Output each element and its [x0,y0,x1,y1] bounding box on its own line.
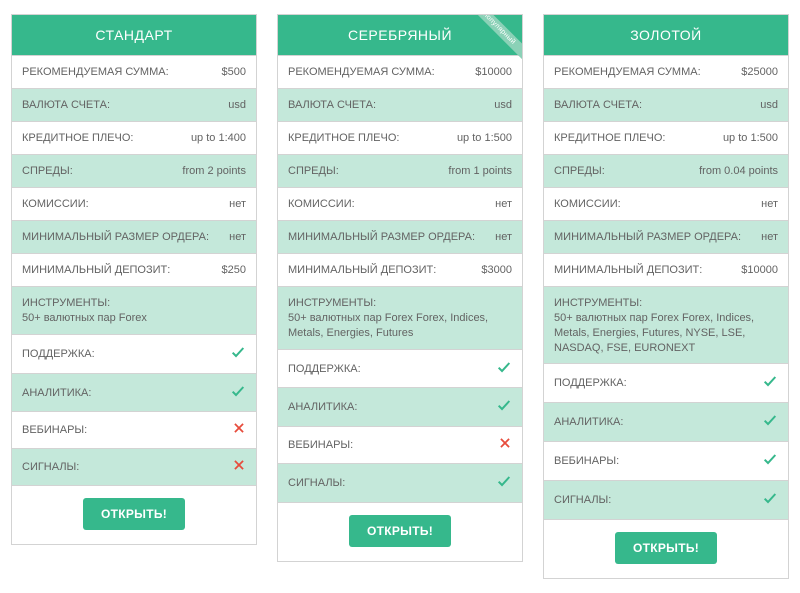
row-analytics: АНАЛИТИКА: [12,374,256,413]
row-analytics: АНАЛИТИКА: [544,403,788,442]
plan-title: ЗОЛОТОЙ [544,15,788,56]
cross-icon [498,436,512,455]
row-min-order: МИНИМАЛЬНЫЙ РАЗМЕР ОРДЕРА:нет [278,221,522,254]
row-min-order: МИНИМАЛЬНЫЙ РАЗМЕР ОРДЕРА:нет [12,221,256,254]
row-amount: РЕКОМЕНДУЕМАЯ СУММА:$25000 [544,56,788,89]
row-currency: ВАЛЮТА СЧЕТА:usd [544,89,788,122]
row-instruments: ИНСТРУМЕНТЫ:50+ валютных пар Forex Forex… [278,287,522,350]
plan-standard: СТАНДАРТ РЕКОМЕНДУЕМАЯ СУММА:$500 ВАЛЮТА… [11,14,257,545]
row-webinars: ВЕБИНАРЫ: [12,412,256,449]
row-leverage: КРЕДИТНОЕ ПЛЕЧО:up to 1:400 [12,122,256,155]
row-commission: КОМИССИИ:нет [544,188,788,221]
row-commission: КОМИССИИ:нет [12,188,256,221]
plan-footer: ОТКРЫТЬ! [12,486,256,544]
plan-footer: ОТКРЫТЬ! [544,520,788,578]
row-min-deposit: МИНИМАЛЬНЫЙ ДЕПОЗИТ:$3000 [278,254,522,287]
row-leverage: КРЕДИТНОЕ ПЛЕЧО:up to 1:500 [278,122,522,155]
open-button[interactable]: ОТКРЫТЬ! [83,498,185,530]
plan-gold: ЗОЛОТОЙ РЕКОМЕНДУЕМАЯ СУММА:$25000 ВАЛЮТ… [543,14,789,579]
plan-silver: популярный СЕРЕБРЯНЫЙ РЕКОМЕНДУЕМАЯ СУММ… [277,14,523,562]
check-icon [496,359,512,380]
row-instruments: ИНСТРУМЕНТЫ:50+ валютных пар Forex [12,287,256,335]
check-icon [762,451,778,472]
row-support: ПОДДЕРЖКА: [278,350,522,389]
row-min-deposit: МИНИМАЛЬНЫЙ ДЕПОЗИТ:$250 [12,254,256,287]
row-support: ПОДДЕРЖКА: [12,335,256,374]
plan-title: СТАНДАРТ [12,15,256,56]
check-icon [762,373,778,394]
row-commission: КОМИССИИ:нет [278,188,522,221]
row-analytics: АНАЛИТИКА: [278,388,522,427]
row-signals: СИГНАЛЫ: [544,481,788,520]
row-amount: РЕКОМЕНДУЕМАЯ СУММА:$500 [12,56,256,89]
row-leverage: КРЕДИТНОЕ ПЛЕЧО:up to 1:500 [544,122,788,155]
open-button[interactable]: ОТКРЫТЬ! [615,532,717,564]
open-button[interactable]: ОТКРЫТЬ! [349,515,451,547]
row-min-deposit: МИНИМАЛЬНЫЙ ДЕПОЗИТ:$10000 [544,254,788,287]
cross-icon [232,458,246,477]
check-icon [762,412,778,433]
row-spreads: СПРЕДЫ:from 0.04 points [544,155,788,188]
pricing-table: СТАНДАРТ РЕКОМЕНДУЕМАЯ СУММА:$500 ВАЛЮТА… [10,14,790,579]
row-spreads: СПРЕДЫ:from 1 points [278,155,522,188]
row-signals: СИГНАЛЫ: [278,464,522,503]
check-icon [230,383,246,404]
check-icon [496,473,512,494]
cross-icon [232,421,246,440]
row-amount: РЕКОМЕНДУЕМАЯ СУММА:$10000 [278,56,522,89]
row-webinars: ВЕБИНАРЫ: [544,442,788,481]
row-min-order: МИНИМАЛЬНЫЙ РАЗМЕР ОРДЕРА:нет [544,221,788,254]
row-currency: ВАЛЮТА СЧЕТА:usd [278,89,522,122]
check-icon [496,397,512,418]
check-icon [762,490,778,511]
row-webinars: ВЕБИНАРЫ: [278,427,522,464]
row-support: ПОДДЕРЖКА: [544,364,788,403]
row-signals: СИГНАЛЫ: [12,449,256,486]
row-spreads: СПРЕДЫ:from 2 points [12,155,256,188]
row-currency: ВАЛЮТА СЧЕТА:usd [12,89,256,122]
row-instruments: ИНСТРУМЕНТЫ:50+ валютных пар Forex Forex… [544,287,788,364]
plan-footer: ОТКРЫТЬ! [278,503,522,561]
check-icon [230,344,246,365]
